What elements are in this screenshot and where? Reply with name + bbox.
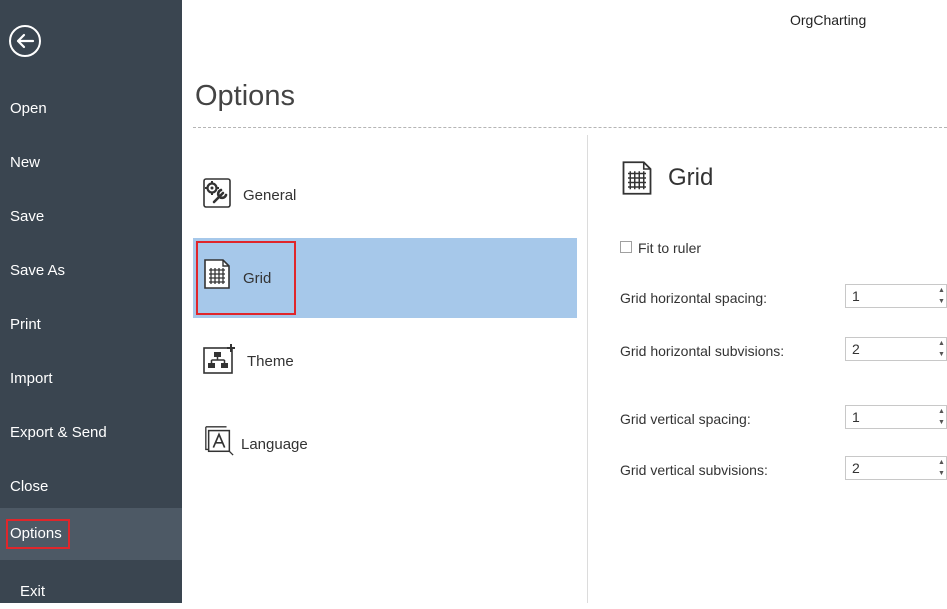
sidebar-item-label: Options xyxy=(6,519,70,549)
sidebar-item-label: Close xyxy=(10,478,49,495)
grid-horizontal-spacing-stepper[interactable]: ▲ ▼ xyxy=(845,284,947,308)
gear-wrench-icon xyxy=(203,178,231,208)
spin-down-icon[interactable]: ▼ xyxy=(938,349,947,360)
sidebar-item-label: Open xyxy=(10,100,47,117)
sidebar-item-print[interactable]: Print xyxy=(0,308,182,342)
sidebar-item-export-send[interactable]: Export & Send xyxy=(0,416,182,450)
category-language[interactable]: Language xyxy=(193,404,577,484)
backstage-sidebar: Open New Save Save As Print Import Expor… xyxy=(0,0,182,603)
page-title: Options xyxy=(195,80,295,112)
grid-horizontal-subvisions-input[interactable] xyxy=(846,338,938,360)
sidebar-item-label: New xyxy=(10,154,41,171)
spin-up-icon[interactable]: ▲ xyxy=(938,338,947,349)
fit-to-ruler-label: Fit to ruler xyxy=(638,240,702,256)
spin-up-icon[interactable]: ▲ xyxy=(938,285,947,296)
sidebar-item-label: Export & Send xyxy=(10,424,107,441)
panel-divider xyxy=(587,135,588,603)
back-arrow-icon[interactable] xyxy=(8,24,42,58)
category-grid[interactable]: Grid xyxy=(193,238,577,318)
sidebar-item-label: Save xyxy=(10,208,45,225)
sidebar-item-import[interactable]: Import xyxy=(0,362,182,396)
sidebar-item-close[interactable]: Close xyxy=(0,470,182,504)
sidebar-item-save-as[interactable]: Save As xyxy=(0,254,182,288)
grid-icon xyxy=(204,259,230,289)
grid-vertical-subvisions-label: Grid vertical subvisions: xyxy=(620,462,768,478)
spin-down-icon[interactable]: ▼ xyxy=(938,417,947,428)
sidebar-item-label: Exit xyxy=(20,583,46,600)
spin-up-icon[interactable]: ▲ xyxy=(938,406,947,417)
fit-to-ruler-checkbox[interactable] xyxy=(620,241,632,253)
sidebar-item-open[interactable]: Open xyxy=(0,92,182,126)
category-label: Theme xyxy=(247,353,294,370)
language-icon xyxy=(205,426,234,456)
grid-vertical-spacing-input[interactable] xyxy=(846,406,938,428)
grid-vertical-spacing-label: Grid vertical spacing: xyxy=(620,411,751,427)
spin-down-icon[interactable]: ▼ xyxy=(938,468,947,479)
spin-down-icon[interactable]: ▼ xyxy=(938,296,947,307)
category-general[interactable]: General xyxy=(193,155,577,235)
panel-title: Grid xyxy=(668,164,714,191)
category-theme[interactable]: Theme xyxy=(193,321,577,401)
grid-vertical-subvisions-input[interactable] xyxy=(846,457,938,479)
grid-horizontal-spacing-input[interactable] xyxy=(846,285,938,307)
grid-horizontal-subvisions-label: Grid horizontal subvisions: xyxy=(620,343,785,359)
grid-horizontal-subvisions-stepper[interactable]: ▲ ▼ xyxy=(845,337,947,361)
sidebar-item-save[interactable]: Save xyxy=(0,200,182,234)
app-title: OrgCharting xyxy=(790,12,867,28)
spin-up-icon[interactable]: ▲ xyxy=(938,457,947,468)
category-label: General xyxy=(243,187,297,204)
sidebar-item-exit[interactable]: Exit xyxy=(0,575,182,609)
sidebar-item-new[interactable]: New xyxy=(0,146,182,180)
grid-horizontal-spacing-label: Grid horizontal spacing: xyxy=(620,290,768,306)
category-label: Language xyxy=(241,436,308,453)
grid-icon xyxy=(622,161,652,195)
category-label: Grid xyxy=(243,270,272,287)
title-divider xyxy=(193,127,947,128)
sidebar-item-options[interactable]: Options xyxy=(0,508,182,560)
sidebar-item-label: Print xyxy=(10,316,41,333)
grid-vertical-spacing-stepper[interactable]: ▲ ▼ xyxy=(845,405,947,429)
sidebar-item-label: Import xyxy=(10,370,53,387)
grid-vertical-subvisions-stepper[interactable]: ▲ ▼ xyxy=(845,456,947,480)
theme-icon xyxy=(203,344,235,374)
sidebar-item-label: Save As xyxy=(10,262,66,279)
